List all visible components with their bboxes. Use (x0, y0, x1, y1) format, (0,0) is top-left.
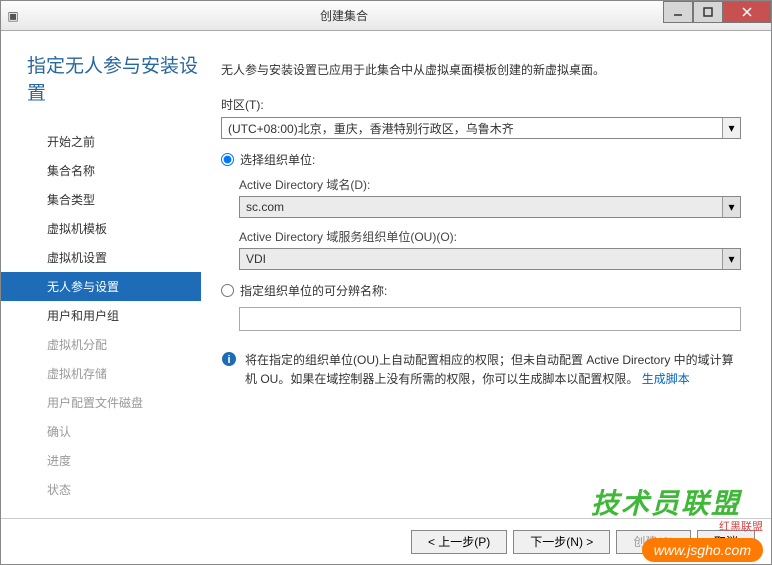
next-button[interactable]: 下一步(N) > (513, 530, 610, 554)
titlebar: ▣ 创建集合 (1, 1, 771, 31)
wizard-step[interactable]: 开始之前 (1, 127, 201, 156)
close-button[interactable] (723, 1, 771, 23)
page-title: 指定无人参与安装设置 (1, 51, 201, 127)
maximize-button[interactable] (693, 1, 723, 23)
description-text: 无人参与安装设置已应用于此集合中从虚拟桌面模板创建的新虚拟桌面。 (221, 61, 741, 78)
generate-script-link[interactable]: 生成脚本 (642, 372, 690, 386)
timezone-label: 时区(T): (221, 96, 741, 113)
ad-ou-label: Active Directory 域服务组织单位(OU)(O): (239, 228, 741, 245)
wizard-step: 状态 (1, 475, 201, 504)
footer: < 上一步(P) 下一步(N) > 创建(C) 取消 (1, 518, 771, 564)
wizard-step: 用户配置文件磁盘 (1, 388, 201, 417)
wizard-step[interactable]: 虚拟机模板 (1, 214, 201, 243)
wizard-step[interactable]: 虚拟机设置 (1, 243, 201, 272)
specify-dn-label[interactable]: 指定组织单位的可分辨名称: (240, 282, 387, 299)
wizard-step: 确认 (1, 417, 201, 446)
chevron-down-icon: ▾ (722, 249, 740, 269)
wizard-step: 虚拟机分配 (1, 330, 201, 359)
timezone-dropdown[interactable]: (UTC+08:00)北京，重庆，香港特别行政区，乌鲁木齐 ▾ (221, 117, 741, 139)
cancel-button[interactable]: 取消 (697, 530, 755, 554)
wizard-step: 进度 (1, 446, 201, 475)
sidebar: 指定无人参与安装设置 开始之前集合名称集合类型虚拟机模板虚拟机设置无人参与设置用… (1, 31, 201, 518)
timezone-value: (UTC+08:00)北京，重庆，香港特别行政区，乌鲁木齐 (222, 120, 722, 137)
ad-ou-dropdown[interactable]: VDI ▾ (239, 248, 741, 270)
create-button: 创建(C) (616, 530, 691, 554)
select-ou-label[interactable]: 选择组织单位: (240, 151, 315, 168)
ad-ou-value: VDI (240, 252, 722, 266)
app-icon: ▣ (1, 9, 25, 23)
previous-button[interactable]: < 上一步(P) (411, 530, 507, 554)
dn-input[interactable] (239, 307, 741, 331)
chevron-down-icon: ▾ (722, 118, 740, 138)
select-ou-radio[interactable] (221, 153, 234, 166)
window-title: 创建集合 (25, 7, 663, 24)
wizard-step[interactable]: 无人参与设置 (1, 272, 201, 301)
info-box: i 将在指定的组织单位(OU)上自动配置相应的权限；但未自动配置 Active … (221, 351, 741, 389)
svg-text:i: i (227, 354, 230, 366)
ad-domain-label: Active Directory 域名(D): (239, 176, 741, 193)
wizard-steps: 开始之前集合名称集合类型虚拟机模板虚拟机设置无人参与设置用户和用户组虚拟机分配虚… (1, 127, 201, 504)
wizard-step: 虚拟机存储 (1, 359, 201, 388)
info-icon: i (221, 351, 237, 367)
wizard-step[interactable]: 集合类型 (1, 185, 201, 214)
minimize-button[interactable] (663, 1, 693, 23)
wizard-step[interactable]: 用户和用户组 (1, 301, 201, 330)
specify-dn-radio[interactable] (221, 284, 234, 297)
window-buttons (663, 1, 771, 23)
ad-domain-value: sc.com (240, 200, 722, 214)
chevron-down-icon: ▾ (722, 197, 740, 217)
wizard-step[interactable]: 集合名称 (1, 156, 201, 185)
main-panel: 无人参与安装设置已应用于此集合中从虚拟桌面模板创建的新虚拟桌面。 时区(T): … (201, 31, 771, 518)
ad-domain-dropdown[interactable]: sc.com ▾ (239, 196, 741, 218)
